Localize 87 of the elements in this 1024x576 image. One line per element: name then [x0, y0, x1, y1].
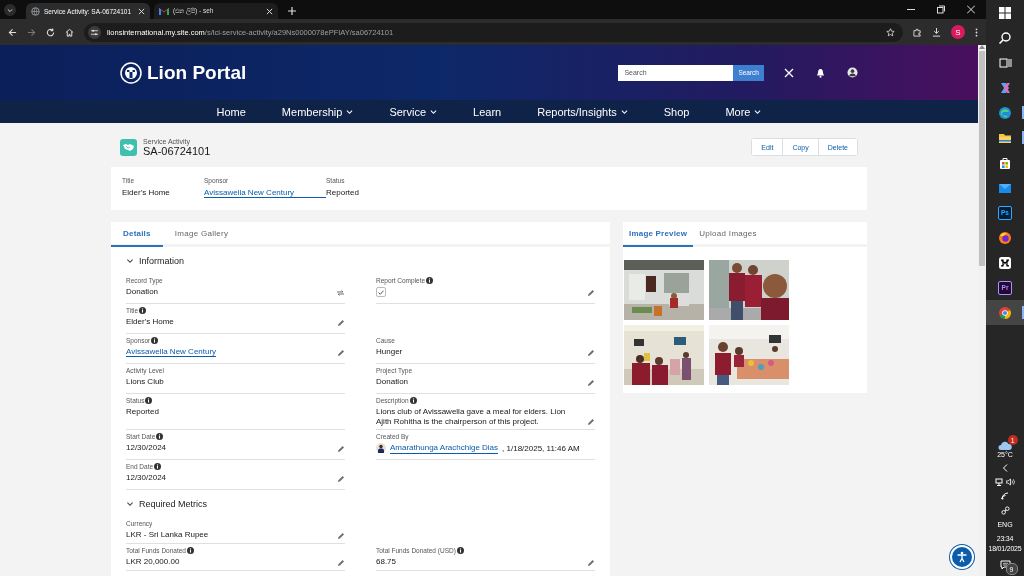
field-value: Donation	[126, 287, 160, 297]
tab-list-button[interactable]	[4, 4, 16, 16]
firefox-icon[interactable]	[998, 230, 1012, 245]
plus-icon[interactable]	[288, 7, 296, 15]
nav-link[interactable]: More	[725, 105, 762, 118]
edit-icon[interactable]	[587, 348, 595, 357]
field-value: Elder's Home	[122, 188, 171, 197]
mail-icon	[159, 7, 169, 15]
nav-link[interactable]: Shop	[663, 105, 690, 118]
lion-emblem-icon	[120, 61, 142, 84]
capcut-icon[interactable]	[998, 255, 1012, 270]
edit-icon[interactable]	[337, 558, 345, 567]
tab[interactable]: Details	[111, 222, 163, 247]
more-icon[interactable]	[975, 27, 978, 37]
edit-icon[interactable]	[587, 289, 595, 297]
speaker-icon[interactable]	[1006, 478, 1015, 486]
copilot-icon[interactable]	[998, 80, 1012, 95]
created-date: , 1/18/2025, 11:46 AM	[502, 443, 580, 453]
field-value: Reported	[326, 188, 359, 197]
record-name: SA-06724101	[143, 144, 211, 157]
check-icon	[378, 289, 384, 295]
site-settings-icon[interactable]	[91, 28, 98, 36]
portal-logo: Lion Portal	[147, 61, 247, 84]
chrome-icon[interactable]	[998, 305, 1012, 320]
profile-avatar[interactable]: S	[951, 25, 965, 39]
field-link[interactable]: Avissawella New Century	[126, 347, 217, 357]
extensions-icon[interactable]	[913, 27, 922, 37]
back-icon[interactable]	[8, 27, 17, 37]
tab[interactable]: Image Preview	[623, 222, 694, 247]
edit-icon[interactable]	[337, 444, 345, 453]
edge-browser-icon[interactable]	[998, 105, 1012, 120]
nav-link[interactable]: Learn	[473, 105, 502, 118]
download-icon[interactable]	[932, 27, 941, 37]
edit-icon[interactable]	[337, 318, 345, 327]
user-link[interactable]: Amarathunga Arachchige Dias	[390, 443, 499, 454]
forward-icon[interactable]	[27, 27, 36, 37]
nav-link[interactable]: Home	[216, 105, 246, 118]
edit-icon[interactable]	[337, 348, 345, 357]
field-value: Lions Club	[126, 377, 165, 387]
home-icon[interactable]	[65, 27, 74, 37]
notifications-icon[interactable]	[999, 560, 1011, 570]
tab[interactable]: Upload Images	[693, 222, 763, 247]
nav-link[interactable]: Membership	[281, 105, 354, 118]
windows-logo-icon[interactable]	[998, 5, 1012, 20]
field-value: 12/30/2024	[126, 473, 168, 483]
chevron-down-icon[interactable]	[126, 501, 134, 507]
edit-icon[interactable]	[587, 378, 595, 387]
field-value: Hunger	[376, 347, 404, 357]
close-icon[interactable]	[138, 7, 145, 15]
star-icon[interactable]	[886, 27, 895, 37]
field-value: Elder's Home	[126, 317, 175, 327]
edit-icon[interactable]	[337, 531, 345, 540]
field-value: 68.75	[376, 557, 398, 567]
accessibility-icon	[956, 551, 968, 563]
user-photo-icon	[376, 443, 386, 454]
nav-link[interactable]: Reports/Insights	[537, 105, 628, 118]
accessibility-button[interactable]	[950, 545, 974, 569]
field-value: Lions club of Avissawella gave a meal for elders. Lion Ajith Rohitha is the chairperson of this project.	[376, 407, 567, 426]
section-header[interactable]: Required Metrics	[126, 497, 595, 511]
search-icon[interactable]	[998, 30, 1012, 45]
field-value: LKR - Sri Lanka Rupee	[126, 530, 210, 540]
weather-cloud-icon[interactable]	[998, 440, 1012, 451]
field-value: LKR 20,000.00	[126, 557, 181, 567]
handshake-icon	[123, 142, 134, 152]
checkbox[interactable]	[376, 287, 386, 297]
field-value: 12/30/2024	[126, 443, 168, 453]
globe-icon	[31, 6, 40, 16]
reload-icon[interactable]	[46, 27, 55, 37]
user-avatar-icon[interactable]	[847, 67, 858, 78]
notification-bell-icon[interactable]	[816, 67, 825, 78]
section-header[interactable]: Information	[126, 254, 595, 268]
field-value: Reported	[126, 407, 160, 417]
edit-icon[interactable]	[587, 418, 595, 426]
edit-icon[interactable]	[587, 558, 595, 567]
close-icon[interactable]	[266, 7, 273, 15]
field-value: Donation	[376, 377, 410, 387]
change-type-icon[interactable]	[336, 288, 345, 297]
network-icon[interactable]	[995, 478, 1003, 486]
show-hidden-icons-icon[interactable]	[1002, 464, 1008, 472]
store-bag-icon[interactable]	[998, 155, 1012, 170]
nav-link[interactable]: Service	[389, 105, 438, 118]
tab[interactable]: Image Gallery	[162, 222, 241, 247]
field-link[interactable]: Avissawella New Century	[204, 188, 326, 198]
edit-icon[interactable]	[337, 474, 345, 483]
task-view-icon[interactable]	[998, 55, 1012, 70]
caret-icon	[7, 7, 13, 13]
chevron-down-icon[interactable]	[126, 258, 134, 264]
